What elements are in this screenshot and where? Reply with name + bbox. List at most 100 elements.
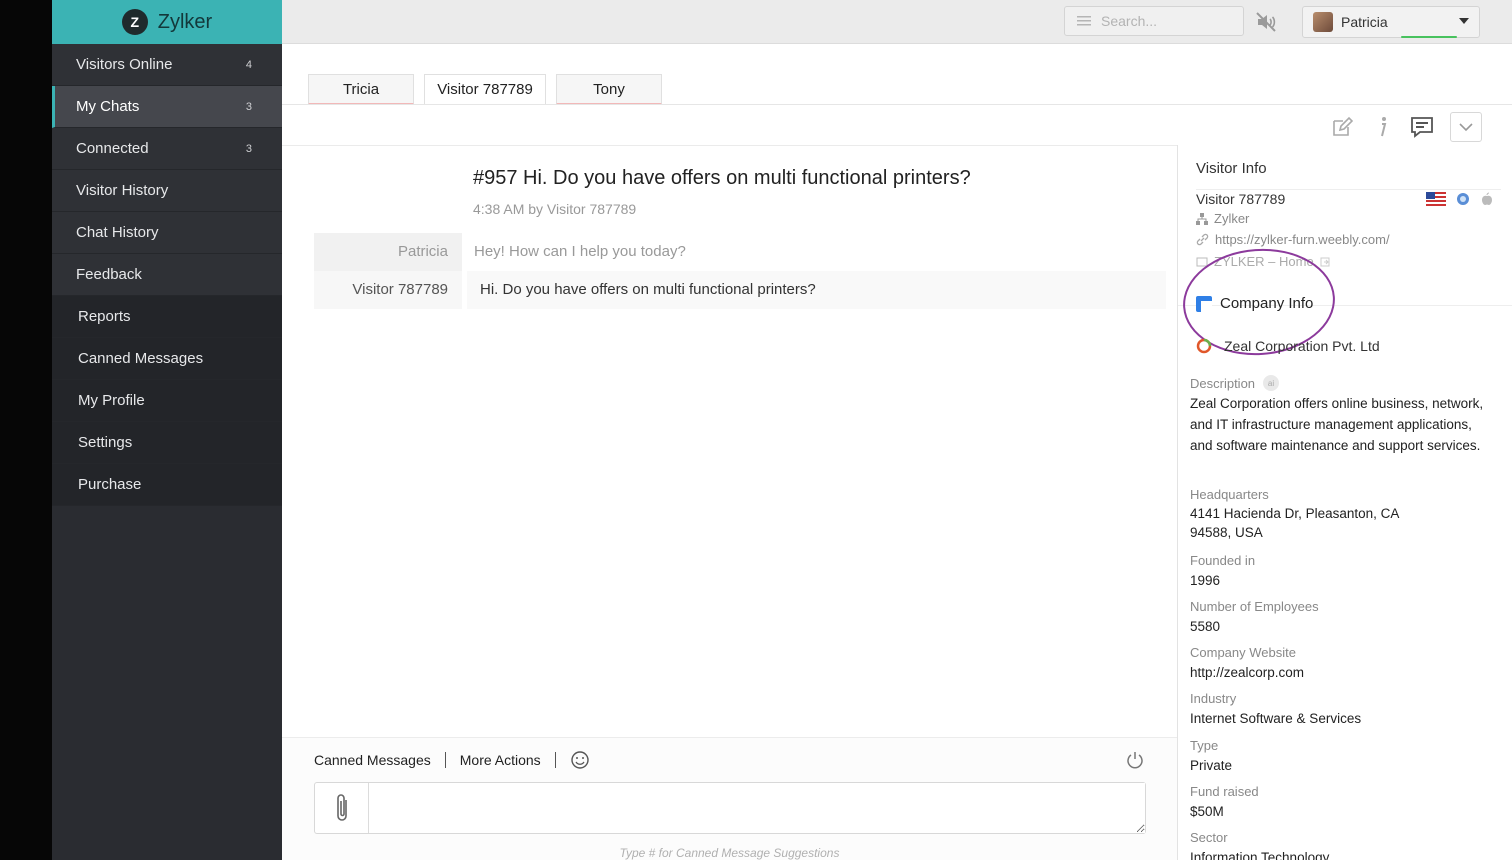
sidebar-item-connected[interactable]: Connected 3 — [52, 128, 282, 170]
chat-title: #957 Hi. Do you have offers on multi fun… — [473, 167, 971, 189]
divider — [444, 752, 446, 768]
edit-icon[interactable] — [1330, 115, 1354, 139]
section-value: 5580 — [1190, 619, 1221, 634]
chat-subtitle: 4:38 AM by Visitor 787789 — [473, 201, 637, 217]
chevron-down-icon — [1459, 123, 1473, 132]
tab-tricia[interactable]: Tricia — [308, 74, 414, 105]
section-value: $50M — [1190, 804, 1224, 819]
search-box[interactable] — [1064, 6, 1244, 36]
section-label: Headquarters — [1190, 487, 1269, 502]
sidebar: Z Zylker Visitors Online 4 My Chats 3 Co… — [52, 0, 282, 860]
chat-message: Patricia Hey! How can I help you today? — [314, 233, 1166, 271]
browser-icon — [1457, 193, 1469, 205]
section-value: 1996 — [1190, 573, 1221, 588]
attach-button[interactable] — [315, 783, 369, 833]
ai-badge-icon: ai — [1263, 375, 1280, 391]
visitor-url[interactable]: https://zylker-furn.weebly.com/ — [1196, 232, 1390, 247]
emoji-icon[interactable] — [570, 750, 590, 770]
menu-icon — [1077, 16, 1091, 26]
sidebar-item-my-profile[interactable]: My Profile — [52, 380, 282, 422]
sidebar-item-reports[interactable]: Reports — [52, 296, 282, 338]
section-value: Private — [1190, 758, 1233, 773]
message-input[interactable] — [369, 783, 1145, 833]
company-website: Company Website http://zealcorp.com — [1190, 645, 1490, 683]
sidebar-item-label: Chat History — [76, 224, 159, 241]
more-actions-button[interactable]: More Actions — [460, 752, 541, 768]
link-icon — [1196, 233, 1209, 246]
company-name: Zeal Corporation Pvt. Ltd — [1224, 338, 1380, 354]
company-fund-raised: Fund raised $50M — [1190, 784, 1490, 822]
sound-muted-icon[interactable] — [1254, 10, 1278, 34]
visitor-info-heading: Visitor Info — [1196, 160, 1267, 177]
sidebar-item-feedback[interactable]: Feedback — [52, 254, 282, 296]
sidebar-item-label: Connected — [76, 140, 149, 157]
status-indicator — [1401, 36, 1457, 38]
sidebar-item-count: 3 — [245, 142, 252, 155]
external-link-icon — [1320, 257, 1330, 266]
sidebar-item-settings[interactable]: Settings — [52, 422, 282, 464]
sidebar-item-count: 4 — [245, 58, 252, 71]
sidebar-item-purchase[interactable]: Purchase — [52, 464, 282, 506]
paperclip-icon — [336, 794, 347, 821]
left-bezel — [0, 0, 52, 860]
sidebar-item-chat-history[interactable]: Chat History — [52, 212, 282, 254]
section-label: Founded in — [1190, 553, 1256, 568]
message-input-box — [314, 782, 1146, 834]
message-sender: Patricia — [314, 233, 462, 271]
company-sector: Sector Information Technology — [1190, 830, 1490, 860]
chat-tabs: Tricia Visitor 787789 Tony — [308, 74, 662, 105]
brand-header[interactable]: Z Zylker — [52, 0, 282, 44]
visitor-icons — [1426, 192, 1494, 206]
expand-button[interactable] — [1450, 112, 1482, 142]
chat-transcript: #957 Hi. Do you have offers on multi fun… — [282, 145, 1177, 737]
org-icon — [1196, 212, 1208, 225]
main-area: Patricia Tricia Visitor 787789 Tony — [282, 0, 1512, 860]
message-text: Hi. Do you have offers on multi function… — [467, 271, 1166, 309]
company-website-link[interactable]: http://zealcorp.com — [1190, 662, 1490, 683]
message-composer: Canned Messages More Actions Type # for … — [282, 737, 1177, 860]
chat-message: Visitor 787789 Hi. Do you have offers on… — [314, 271, 1166, 309]
sidebar-item-count: 3 — [245, 100, 252, 113]
sidebar-item-my-chats[interactable]: My Chats 3 — [52, 86, 282, 128]
company-description: Description ai Zeal Corporation offers on… — [1190, 375, 1490, 456]
section-label: Description — [1190, 375, 1256, 391]
end-chat-button[interactable] — [1125, 750, 1145, 775]
sidebar-item-visitors-online[interactable]: Visitors Online 4 — [52, 44, 282, 86]
visitor-url-text: https://zylker-furn.weebly.com/ — [1215, 232, 1390, 247]
sidebar-item-label: Reports — [78, 308, 131, 325]
company-headquarters: Headquarters 4141 Hacienda Dr, Pleasanto… — [1190, 487, 1490, 542]
chat-toolbar — [1330, 112, 1482, 142]
user-name: Patricia — [1341, 14, 1388, 30]
sidebar-item-label: Canned Messages — [78, 350, 204, 367]
section-label: Type — [1190, 738, 1219, 753]
visitor-org-name: Zylker — [1214, 211, 1250, 226]
company-industry: Industry Internet Software & Services — [1190, 691, 1490, 729]
chat-bubble-icon[interactable] — [1410, 115, 1434, 139]
company-employees: Number of Employees 5580 — [1190, 599, 1490, 637]
tab-visitor-787789[interactable]: Visitor 787789 — [424, 74, 546, 105]
power-icon — [1127, 752, 1143, 769]
sidebar-item-visitor-history[interactable]: Visitor History — [52, 170, 282, 212]
visitor-org: Zylker — [1196, 211, 1249, 226]
visitor-info-panel: Visitor Info Visitor 787789 Zylker https… — [1177, 145, 1512, 860]
avatar — [1313, 12, 1333, 32]
section-value: 4141 Hacienda Dr, Pleasanton, CA 94588, … — [1190, 506, 1399, 540]
composer-hint: Type # for Canned Message Suggestions — [619, 846, 840, 860]
sidebar-item-label: Visitor History — [76, 182, 169, 199]
tab-divider — [282, 104, 1512, 105]
brand-name: Zylker — [157, 10, 213, 33]
sidebar-item-canned-messages[interactable]: Canned Messages — [52, 338, 282, 380]
sidebar-item-label: Purchase — [78, 476, 142, 493]
info-icon[interactable] — [1370, 115, 1394, 139]
tab-tony[interactable]: Tony — [556, 74, 662, 105]
visitor-name: Visitor 787789 — [1196, 191, 1286, 207]
company-name-row: Zeal Corporation Pvt. Ltd — [1196, 338, 1380, 354]
divider — [554, 752, 556, 768]
company-founded: Founded in 1996 — [1190, 553, 1490, 591]
canned-messages-button[interactable]: Canned Messages — [314, 752, 431, 768]
user-menu[interactable]: Patricia — [1302, 6, 1480, 38]
sidebar-item-label: My Profile — [78, 392, 145, 409]
section-label: Sector — [1190, 830, 1228, 845]
search-input[interactable] — [1101, 13, 1231, 29]
section-label: Fund raised — [1190, 784, 1259, 799]
